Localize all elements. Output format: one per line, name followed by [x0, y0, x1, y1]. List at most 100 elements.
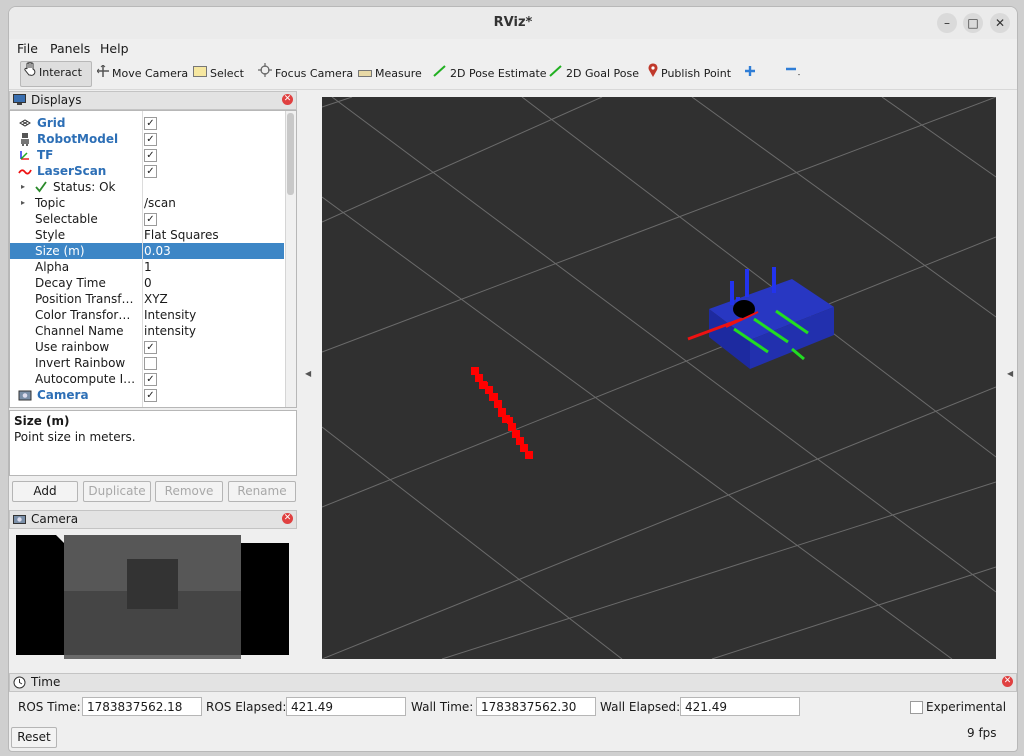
scrollbar-thumb[interactable] — [287, 113, 294, 195]
camera-icon — [13, 513, 26, 525]
select-tool-button[interactable]: Select — [190, 63, 247, 85]
display-row-value[interactable]: 0.03 — [144, 243, 171, 259]
display-row-color-transfor[interactable]: Color Transfor… Intensity — [10, 307, 284, 323]
display-row-checkbox[interactable]: ✓ — [144, 149, 157, 162]
menu-file[interactable]: File — [17, 41, 38, 56]
tf-icon — [18, 148, 32, 162]
display-row-label: Camera — [37, 388, 89, 402]
pose-estimate-tool-button[interactable]: 2D Pose Estimate — [430, 63, 550, 85]
display-row-camera[interactable]: Camera ✓ — [10, 387, 284, 403]
displays-close-icon[interactable]: ✕ — [282, 94, 293, 105]
display-row-grid[interactable]: Grid ✓ — [10, 115, 284, 131]
green-arrow-icon — [433, 63, 447, 85]
display-row-status-ok[interactable]: ▸ Status: Ok — [10, 179, 284, 195]
duplicate-display-button[interactable]: Duplicate — [83, 481, 151, 502]
ros-time-field[interactable]: 1783837562.18 — [82, 697, 202, 716]
focus-camera-label: Focus Camera — [275, 67, 354, 80]
viewport-scene — [322, 97, 996, 659]
display-row-robotmodel[interactable]: RobotModel ✓ — [10, 131, 284, 147]
left-splitter-arrow-icon[interactable]: ◀ — [305, 369, 311, 378]
displays-scrollbar[interactable] — [285, 111, 296, 407]
fps-readout: 9 fps — [967, 726, 997, 740]
display-row-tf[interactable]: TF ✓ — [10, 147, 284, 163]
display-row-label: Channel Name — [35, 324, 124, 338]
display-row-checkbox[interactable]: ✓ — [144, 133, 157, 146]
time-panel-header: Time ✕ — [9, 673, 1017, 692]
display-row-value[interactable]: Flat Squares — [144, 227, 219, 243]
remove-display-button[interactable]: Remove — [155, 481, 223, 502]
focus-camera-icon — [258, 63, 272, 85]
display-row-label: Topic — [35, 196, 66, 210]
display-row-checkbox[interactable]: ✓ — [144, 117, 157, 130]
goal-pose-tool-button[interactable]: 2D Goal Pose — [546, 63, 642, 85]
measure-label: Measure — [375, 67, 422, 80]
menu-help[interactable]: Help — [100, 41, 129, 56]
expand-arrow-icon[interactable]: ▸ — [21, 179, 25, 195]
display-row-checkbox[interactable] — [144, 357, 157, 370]
display-row-checkbox[interactable]: ✓ — [144, 389, 157, 402]
display-row-value[interactable]: 1 — [144, 259, 152, 275]
display-row-value[interactable]: 0 — [144, 275, 152, 291]
remove-tool-button[interactable] — [782, 63, 807, 85]
camera-view[interactable] — [9, 529, 295, 663]
publish-point-tool-button[interactable]: Publish Point — [645, 63, 734, 85]
display-row-topic[interactable]: ▸ Topic/scan — [10, 195, 284, 211]
time-close-icon[interactable]: ✕ — [1002, 676, 1013, 687]
display-row-size-m[interactable]: Size (m) 0.03 — [10, 243, 284, 259]
display-row-invert-rainbow[interactable]: Invert Rainbow — [10, 355, 284, 371]
camera-title: Camera — [31, 512, 79, 526]
display-row-value[interactable]: Intensity — [144, 307, 196, 323]
display-row-decay-time[interactable]: Decay Time 0 — [10, 275, 284, 291]
interact-tool-button[interactable]: Interact — [20, 61, 92, 87]
display-row-checkbox[interactable]: ✓ — [144, 373, 157, 386]
experimental-label: Experimental — [926, 700, 1007, 714]
wall-time-field[interactable]: 1783837562.30 — [476, 697, 596, 716]
clock-icon — [13, 676, 26, 689]
maximize-button[interactable]: □ — [963, 13, 983, 33]
measure-tool-button[interactable]: Measure — [355, 63, 425, 85]
3d-viewport[interactable] — [322, 97, 996, 659]
display-row-value[interactable]: XYZ — [144, 291, 168, 307]
add-display-button[interactable]: Add — [12, 481, 78, 502]
laser-scan-points — [471, 367, 533, 459]
display-row-value[interactable]: /scan — [144, 195, 176, 211]
column-divider — [142, 111, 143, 407]
close-button[interactable]: ✕ — [990, 13, 1010, 33]
move-camera-tool-button[interactable]: Move Camera — [94, 63, 191, 85]
display-row-label: LaserScan — [37, 164, 107, 178]
display-row-autocompute-i[interactable]: Autocompute I… ✓ — [10, 371, 284, 387]
display-row-label: RobotModel — [37, 132, 119, 146]
wall-time-label: Wall Time: — [411, 700, 474, 714]
display-row-use-rainbow[interactable]: Use rainbow ✓ — [10, 339, 284, 355]
menu-panels[interactable]: Panels — [50, 41, 90, 56]
laserscan-icon — [18, 164, 32, 178]
goal-pose-label: 2D Goal Pose — [566, 67, 639, 80]
display-row-position-transf[interactable]: Position Transf… XYZ — [10, 291, 284, 307]
displays-panel-header: Displays ✕ — [9, 91, 297, 110]
right-splitter-arrow-icon[interactable]: ◀ — [1007, 369, 1013, 378]
minimize-button[interactable]: – — [937, 13, 957, 33]
camera-close-icon[interactable]: ✕ — [282, 513, 293, 524]
wall-elapsed-field[interactable]: 421.49 — [680, 697, 800, 716]
display-row-checkbox[interactable]: ✓ — [144, 213, 157, 226]
time-title: Time — [31, 675, 61, 689]
display-row-style[interactable]: Style Flat Squares — [10, 227, 284, 243]
ros-elapsed-field[interactable]: 421.49 — [286, 697, 406, 716]
publish-point-label: Publish Point — [661, 67, 732, 80]
description-title: Size (m) — [14, 414, 70, 428]
display-row-value[interactable]: intensity — [144, 323, 196, 339]
display-row-checkbox[interactable]: ✓ — [144, 341, 157, 354]
property-description-box: Size (m) Point size in meters. — [9, 410, 297, 476]
expand-arrow-icon[interactable]: ▸ — [21, 195, 25, 211]
experimental-checkbox[interactable] — [910, 701, 923, 714]
display-row-channel-name[interactable]: Channel Name intensity — [10, 323, 284, 339]
select-label: Select — [210, 67, 244, 80]
focus-camera-tool-button[interactable]: Focus Camera — [255, 63, 356, 85]
reset-button[interactable]: Reset — [11, 727, 57, 748]
add-tool-button[interactable] — [741, 63, 762, 85]
rename-display-button[interactable]: Rename — [228, 481, 296, 502]
display-row-selectable[interactable]: Selectable ✓ — [10, 211, 284, 227]
display-row-checkbox[interactable]: ✓ — [144, 165, 157, 178]
display-row-alpha[interactable]: Alpha 1 — [10, 259, 284, 275]
display-row-laserscan[interactable]: LaserScan ✓ — [10, 163, 284, 179]
